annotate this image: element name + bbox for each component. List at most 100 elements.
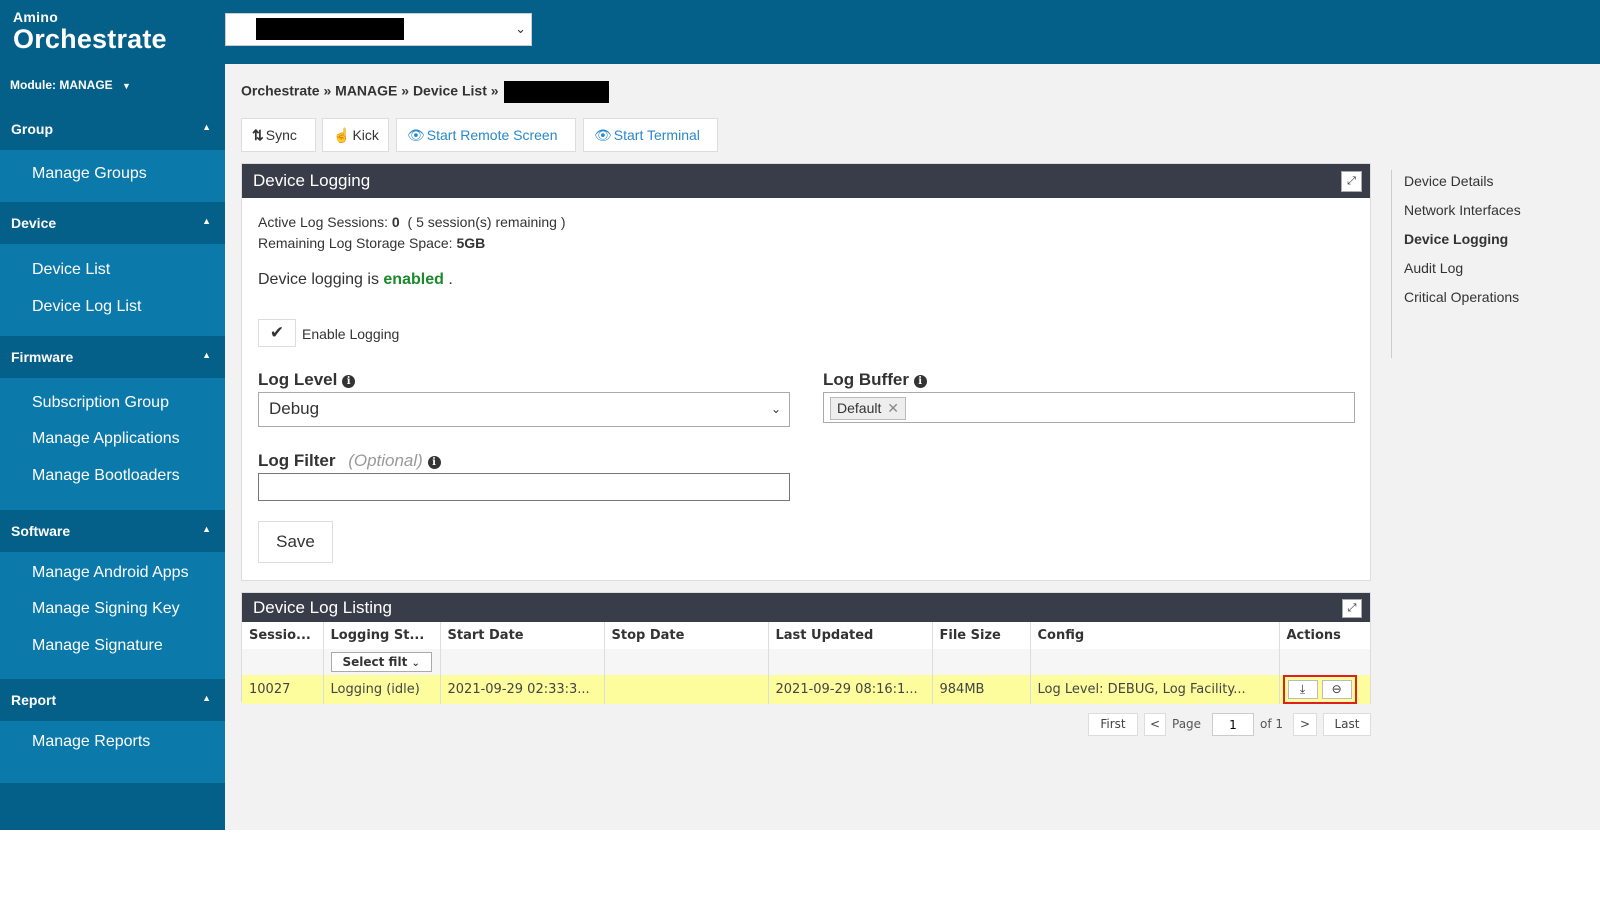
- sidebar-item-device-log-list[interactable]: Device Log List: [32, 298, 141, 316]
- nav-critical-operations[interactable]: Critical Operations: [1404, 289, 1519, 305]
- enable-logging-label: Enable Logging: [302, 326, 400, 342]
- stop-log-button[interactable]: ⊖: [1321, 680, 1352, 699]
- download-log-button[interactable]: ⤓: [1287, 680, 1318, 699]
- column-header-config[interactable]: Config: [1030, 622, 1280, 649]
- table-row[interactable]: 10027 Logging (idle) 2021-09-29 02:33:3.…: [242, 675, 1371, 704]
- filter-placeholder: Select filt: [342, 655, 408, 669]
- tenant-select[interactable]: ⌄: [225, 13, 532, 46]
- checkmark-icon: ✔: [269, 323, 285, 342]
- cell-file-size: 984MB: [932, 675, 1031, 704]
- enable-logging-checkbox[interactable]: ✔: [258, 319, 296, 347]
- filter-cell: [242, 649, 324, 675]
- cell-logging-status: Logging (idle): [323, 675, 441, 704]
- module-selector[interactable]: Module: MANAGE ▼: [0, 64, 225, 108]
- breadcrumb-path[interactable]: Orchestrate » MANAGE » Device List »: [241, 83, 499, 99]
- sidebar-item-manage-signing-key[interactable]: Manage Signing Key: [32, 600, 180, 618]
- top-bar: Amino Orchestrate ⌄: [0, 0, 1600, 64]
- caret-up-icon: ▲: [202, 216, 211, 226]
- filter-cell: [932, 649, 1031, 675]
- pagination: First < Page of 1 > Last: [1088, 713, 1371, 736]
- column-header-file-size[interactable]: File Size: [932, 622, 1031, 649]
- start-terminal-button[interactable]: 👁 Start Terminal: [583, 118, 718, 152]
- cell-last-updated: 2021-09-29 08:16:1...: [768, 675, 933, 704]
- log-level-value: Debug: [269, 399, 320, 418]
- log-buffer-multiselect[interactable]: Default ✕: [823, 392, 1355, 423]
- sessions-remaining: ( 5 session(s) remaining ): [407, 214, 566, 230]
- terminal-label: Start Terminal: [613, 127, 700, 143]
- log-filter-optional: (Optional): [348, 451, 423, 470]
- last-page-button[interactable]: Last: [1323, 713, 1371, 736]
- column-header-last-updated[interactable]: Last Updated: [768, 622, 933, 649]
- chevron-down-icon: ⌄: [515, 21, 526, 36]
- log-filter-input[interactable]: [258, 473, 790, 501]
- column-header-start-date[interactable]: Start Date: [440, 622, 605, 649]
- sidebar-section-firmware[interactable]: Firmware ▲: [0, 336, 225, 378]
- sidebar-item-device-list[interactable]: Device List: [32, 261, 110, 279]
- log-filter-label: Log Filter: [258, 451, 336, 470]
- caret-up-icon: ▲: [202, 350, 211, 360]
- sidebar-section-device[interactable]: Device ▲: [0, 202, 225, 244]
- breadcrumb: Orchestrate » MANAGE » Device List »: [241, 81, 610, 103]
- filter-cell: [440, 649, 605, 675]
- log-filter-label-wrap: Log Filter (Optional) i: [258, 451, 441, 471]
- column-header-stop-date[interactable]: Stop Date: [604, 622, 769, 649]
- redacted-device-name: [504, 81, 610, 103]
- nav-device-details[interactable]: Device Details: [1404, 173, 1493, 189]
- status-prefix: Device logging is: [258, 271, 379, 288]
- column-header-session[interactable]: Sessio...: [242, 622, 324, 649]
- caret-down-icon: ▼: [122, 81, 131, 91]
- info-icon[interactable]: i: [913, 375, 927, 388]
- nav-audit-log[interactable]: Audit Log: [1404, 260, 1463, 276]
- info-icon[interactable]: i: [427, 456, 441, 469]
- brand-logo[interactable]: Amino Orchestrate: [13, 9, 167, 53]
- table-filter-row: Select filt ⌄: [242, 649, 1371, 675]
- sync-label: Sync: [265, 127, 297, 143]
- page-count-label: of 1: [1260, 717, 1284, 731]
- logging-status-filter-select[interactable]: Select filt ⌄: [330, 652, 432, 672]
- storage-value: 5GB: [456, 235, 486, 251]
- sidebar-section-label: Report: [11, 692, 57, 708]
- sidebar-footer: [0, 783, 225, 830]
- nav-divider: [1391, 170, 1392, 358]
- status-enabled: enabled: [383, 271, 444, 288]
- sidebar-item-manage-signature[interactable]: Manage Signature: [32, 637, 163, 655]
- chevron-down-icon: ⌄: [770, 402, 781, 416]
- remove-tag-icon[interactable]: ✕: [887, 400, 899, 416]
- app-root: Amino Orchestrate ⌄ Module: MANAGE ▼ Gro…: [0, 0, 1600, 830]
- sidebar-item-manage-android-apps[interactable]: Manage Android Apps: [32, 564, 189, 582]
- save-button[interactable]: Save: [258, 521, 333, 563]
- page-number-input[interactable]: [1212, 713, 1254, 736]
- nav-device-logging[interactable]: Device Logging: [1404, 231, 1508, 247]
- log-level-select[interactable]: Debug ⌄: [258, 392, 790, 427]
- sidebar-section-report[interactable]: Report ▲: [0, 679, 225, 721]
- sidebar-item-manage-groups[interactable]: Manage Groups: [32, 165, 147, 183]
- nav-network-interfaces[interactable]: Network Interfaces: [1404, 202, 1521, 218]
- storage-label: Remaining Log Storage Space:: [258, 235, 453, 251]
- sidebar-item-manage-reports[interactable]: Manage Reports: [32, 733, 150, 751]
- start-remote-screen-button[interactable]: 👁 Start Remote Screen: [396, 118, 576, 152]
- first-page-button[interactable]: First: [1088, 713, 1138, 736]
- sidebar-section-group[interactable]: Group ▲: [0, 108, 225, 150]
- sort-arrows-icon: ⇅: [252, 127, 264, 143]
- sync-button[interactable]: ⇅ Sync: [241, 118, 316, 152]
- sidebar-item-manage-applications[interactable]: Manage Applications: [32, 430, 180, 448]
- expand-icon[interactable]: ⤢: [1342, 599, 1362, 618]
- expand-icon[interactable]: ⤢: [1341, 171, 1362, 192]
- logging-status: Device logging is enabled .: [258, 271, 453, 289]
- sidebar-item-subscription-group[interactable]: Subscription Group: [32, 394, 169, 412]
- sidebar-section-software[interactable]: Software ▲: [0, 510, 225, 552]
- filter-cell: [768, 649, 933, 675]
- column-header-logging-status[interactable]: Logging St...: [323, 622, 441, 649]
- active-sessions-label: Active Log Sessions:: [258, 214, 388, 230]
- next-page-button[interactable]: >: [1293, 713, 1317, 736]
- device-log-listing-panel: Device Log Listing ⤢ Sessio... Logging S…: [241, 592, 1371, 704]
- caret-up-icon: ▲: [202, 693, 211, 703]
- download-icon: ⤓: [1299, 682, 1306, 696]
- kick-button[interactable]: ☝ Kick: [322, 118, 389, 152]
- log-buffer-label: Log Buffer: [823, 370, 909, 389]
- page-label: Page: [1172, 717, 1202, 731]
- prev-page-button[interactable]: <: [1144, 713, 1166, 736]
- minus-circle-icon: ⊖: [1331, 682, 1342, 696]
- sidebar-item-manage-bootloaders[interactable]: Manage Bootloaders: [32, 467, 180, 485]
- info-icon[interactable]: i: [342, 375, 356, 388]
